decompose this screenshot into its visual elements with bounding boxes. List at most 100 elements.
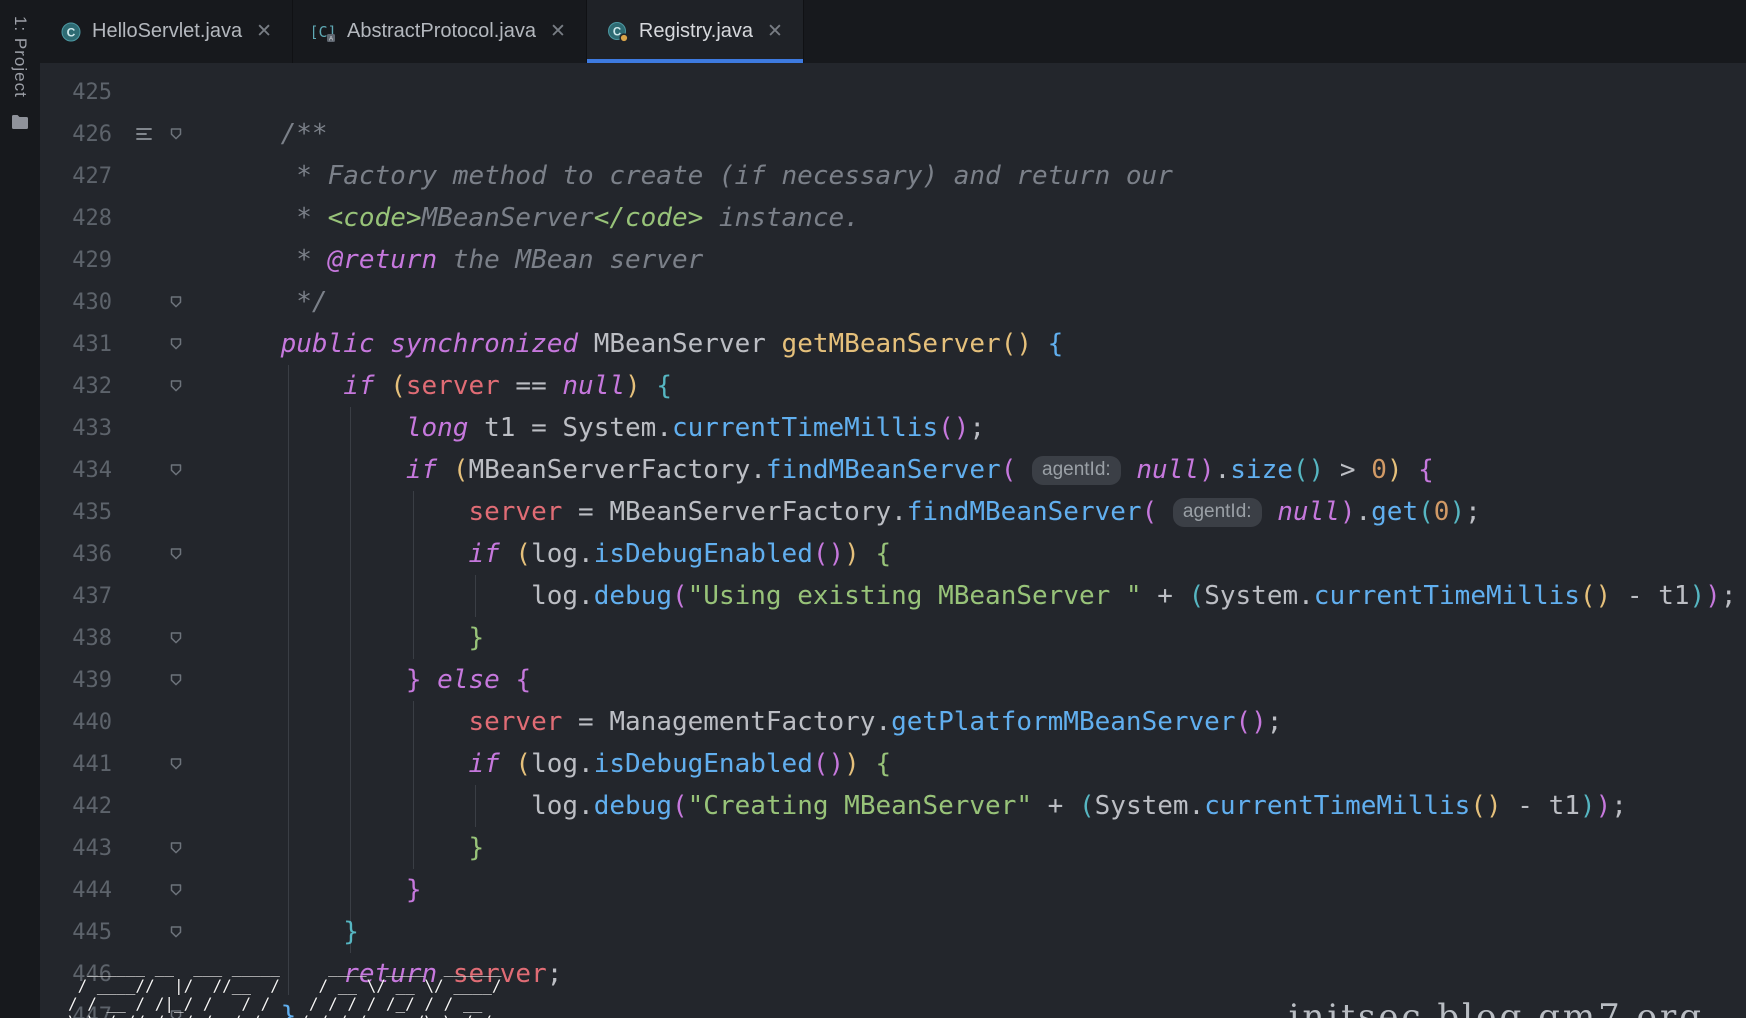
code-line[interactable]: 440 server = ManagementFactory.getPlatfo… xyxy=(40,701,1746,743)
line-number[interactable]: 428 xyxy=(40,206,128,231)
project-tool-window-button[interactable]: 1: Project xyxy=(10,16,30,98)
code-text: } xyxy=(202,833,484,863)
render-doc-icon[interactable] xyxy=(128,126,160,142)
line-number[interactable]: 439 xyxy=(40,668,128,693)
close-icon[interactable]: ✕ xyxy=(256,22,272,41)
gutter-icons xyxy=(128,743,202,785)
code-text: log.debug("Creating MBeanServer" + (Syst… xyxy=(202,791,1627,821)
fold-marker-icon[interactable] xyxy=(160,378,192,394)
line-number[interactable]: 441 xyxy=(40,752,128,777)
gutter-icons xyxy=(128,281,202,323)
line-number[interactable]: 440 xyxy=(40,710,128,735)
fold-marker-icon[interactable] xyxy=(160,882,192,898)
tab-abstractprotocol-java[interactable]: [C]A AbstractProtocol.java ✕ xyxy=(293,0,587,63)
code-line[interactable]: 426 /** xyxy=(40,113,1746,155)
code-line[interactable]: 431 public synchronized MBeanServer getM… xyxy=(40,323,1746,365)
gutter-icons xyxy=(128,491,202,533)
code-line[interactable]: 430 */ xyxy=(40,281,1746,323)
fold-marker-icon[interactable] xyxy=(160,756,192,772)
folder-icon[interactable] xyxy=(11,114,29,135)
svg-text:C: C xyxy=(67,25,76,39)
code-text: log.debug("Using existing MBeanServer " … xyxy=(202,581,1736,611)
line-number[interactable]: 429 xyxy=(40,248,128,273)
code-line[interactable]: 439 } else { xyxy=(40,659,1746,701)
code-text: */ xyxy=(202,287,328,317)
gutter-icons xyxy=(128,239,202,281)
code-line[interactable]: 441 if (log.isDebugEnabled()) { xyxy=(40,743,1746,785)
code-line[interactable]: 437 log.debug("Using existing MBeanServe… xyxy=(40,575,1746,617)
code-line[interactable]: 429 * @return the MBean server xyxy=(40,239,1746,281)
line-number[interactable]: 442 xyxy=(40,794,128,819)
tool-window-stripe: 1: Project xyxy=(0,0,40,1018)
code-line[interactable]: 434 if (MBeanServerFactory.findMBeanServ… xyxy=(40,449,1746,491)
line-number[interactable]: 425 xyxy=(40,80,128,105)
line-number[interactable]: 437 xyxy=(40,584,128,609)
gutter-icons xyxy=(128,113,202,155)
gutter-icons xyxy=(128,617,202,659)
code-text: } xyxy=(202,875,422,905)
close-icon[interactable]: ✕ xyxy=(767,22,783,41)
line-number[interactable]: 427 xyxy=(40,164,128,189)
fold-marker-icon[interactable] xyxy=(160,924,192,940)
gutter-icons xyxy=(128,701,202,743)
gutter-icons xyxy=(128,71,202,113)
code-text: if (MBeanServerFactory.findMBeanServer( … xyxy=(202,455,1434,485)
fold-marker-icon[interactable] xyxy=(160,126,192,142)
fold-marker-icon[interactable] xyxy=(160,462,192,478)
line-number[interactable]: 438 xyxy=(40,626,128,651)
watermark-ascii-art: ______ __ ___ _____ ____ ____ ______ / _… xyxy=(68,959,511,1018)
fold-marker-icon[interactable] xyxy=(160,630,192,646)
line-number[interactable]: 436 xyxy=(40,542,128,567)
gutter-icons xyxy=(128,197,202,239)
line-number[interactable]: 433 xyxy=(40,416,128,441)
class-icon: C xyxy=(607,21,629,43)
ide-window: 1: Project C HelloServlet.java ✕ [C]A Abstra… xyxy=(0,0,1746,1018)
code-line[interactable]: 432 if (server == null) { xyxy=(40,365,1746,407)
code-line[interactable]: 445 } xyxy=(40,911,1746,953)
line-number[interactable]: 445 xyxy=(40,920,128,945)
line-number[interactable]: 432 xyxy=(40,374,128,399)
fold-marker-icon[interactable] xyxy=(160,336,192,352)
code-line[interactable]: 443 } xyxy=(40,827,1746,869)
line-number[interactable]: 430 xyxy=(40,290,128,315)
fold-marker-icon[interactable] xyxy=(160,672,192,688)
gutter-icons xyxy=(128,785,202,827)
line-number[interactable]: 435 xyxy=(40,500,128,525)
library-class-icon: [C]A xyxy=(313,21,337,43)
code-line[interactable]: 427 * Factory method to create (if neces… xyxy=(40,155,1746,197)
line-number[interactable]: 443 xyxy=(40,836,128,861)
line-number[interactable]: 431 xyxy=(40,332,128,357)
code-text: } xyxy=(202,917,359,947)
code-text: } xyxy=(202,623,484,653)
code-line[interactable]: 438 } xyxy=(40,617,1746,659)
code-line[interactable]: 428 * <code>MBeanServer</code> instance. xyxy=(40,197,1746,239)
class-icon: C xyxy=(60,21,82,43)
code-line[interactable]: 425 xyxy=(40,71,1746,113)
fold-marker-icon[interactable] xyxy=(160,546,192,562)
tab-registry-java[interactable]: CRegistry.java✕ xyxy=(587,0,804,63)
code-text: server = MBeanServerFactory.findMBeanSer… xyxy=(202,497,1481,527)
gutter-icons xyxy=(128,575,202,617)
code-line[interactable]: 436 if (log.isDebugEnabled()) { xyxy=(40,533,1746,575)
fold-marker-icon[interactable] xyxy=(160,294,192,310)
line-number[interactable]: 426 xyxy=(40,122,128,147)
tab-helloservlet-java[interactable]: C HelloServlet.java ✕ xyxy=(40,0,293,63)
editor[interactable]: 425 426 /**427 * Factory method to create… xyxy=(40,63,1746,1018)
line-number[interactable]: 434 xyxy=(40,458,128,483)
code-line[interactable]: 442 log.debug("Creating MBeanServer" + (… xyxy=(40,785,1746,827)
line-number[interactable]: 444 xyxy=(40,878,128,903)
code-line[interactable]: 433 long t1 = System.currentTimeMillis()… xyxy=(40,407,1746,449)
gutter-icons xyxy=(128,365,202,407)
code-line[interactable]: 444 } xyxy=(40,869,1746,911)
editor-lines: 425 426 /**427 * Factory method to create… xyxy=(40,71,1746,1018)
tab-label: AbstractProtocol.java xyxy=(347,20,536,43)
gutter-icons xyxy=(128,827,202,869)
code-line[interactable]: 435 server = MBeanServerFactory.findMBea… xyxy=(40,491,1746,533)
close-icon[interactable]: ✕ xyxy=(550,22,566,41)
watermark-text: initsec blog.gm7.org xyxy=(1289,997,1704,1018)
tab-label: HelloServlet.java xyxy=(92,20,242,43)
gutter-icons xyxy=(128,449,202,491)
fold-marker-icon[interactable] xyxy=(160,840,192,856)
gutter-icons xyxy=(128,911,202,953)
code-text: * <code>MBeanServer</code> instance. xyxy=(202,203,860,233)
